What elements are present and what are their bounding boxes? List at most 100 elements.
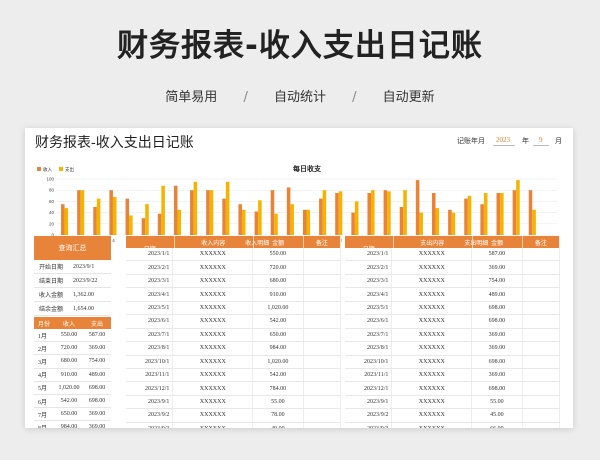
note-cell (304, 315, 341, 328)
month-input[interactable]: 9 (539, 136, 543, 144)
content-cell: XXXXXX (173, 301, 254, 315)
content-cell: XXXXXX (392, 315, 473, 328)
summary-value: 1,654.00 (73, 305, 94, 312)
income-row: 2023/1/1 XXXXXX 550.00 (126, 248, 341, 262)
bar-expense (129, 215, 133, 235)
note-cell (304, 301, 341, 315)
content-cell: XXXXXX (392, 355, 473, 368)
date-cell: 2023/12/1 (345, 382, 393, 395)
date-cell: 2023/6/1 (345, 315, 393, 328)
bar-expense (241, 209, 246, 235)
income-row: 2023/10/1 XXXXXX 1,020.00 (126, 355, 341, 369)
bar-expense (306, 209, 311, 235)
amount-cell: 698.00 (472, 315, 523, 328)
summary-value: 2023/9/1 (73, 263, 95, 270)
bar-income (206, 190, 210, 235)
content-cell: XXXXXX (392, 342, 473, 355)
expense-row: 2023/4/1 XXXXXX 489.00 (345, 288, 560, 302)
expense-cell: 369.00 (88, 345, 106, 352)
summary-key: 结束日期 (39, 279, 64, 285)
note-cell (523, 368, 560, 382)
expense-row: 2023/8/1 XXXXXX 369.00 (345, 342, 560, 356)
bar-income (319, 198, 323, 235)
feature-easy: 简单易用 (165, 90, 218, 105)
note-cell (304, 261, 341, 274)
bar-income (480, 204, 484, 235)
expense-amount-header: 金额 (473, 236, 523, 248)
note-cell (523, 355, 560, 368)
col-income: 收入 (62, 321, 75, 328)
subnav-separator: / (243, 90, 248, 105)
month-underline (533, 145, 549, 146)
expense-row: 2023/9/1 XXXXXX 55.00 (345, 395, 560, 410)
expense-note-header: 备注 (523, 236, 560, 248)
expense-row: 2023/1/1 XXXXXX 587.00 (345, 248, 560, 262)
note-cell (304, 274, 341, 288)
income-row: 2023/3/1 XXXXXX 680.00 (126, 274, 341, 289)
month-cell: 7月 (38, 412, 48, 419)
monthly-header: 月份 收入 支出 (34, 317, 111, 329)
bar-expense (80, 190, 85, 235)
expense-cell: 369.00 (88, 411, 106, 418)
year-input[interactable]: 2023 (496, 136, 510, 144)
content-cell: XXXXXX (392, 288, 473, 301)
subnav-separator: / (352, 90, 357, 105)
note-cell (304, 368, 341, 382)
note-cell (304, 288, 341, 301)
expense-cell: 698.00 (88, 398, 106, 405)
note-cell (304, 422, 341, 428)
monthly-row: 6月 542.00 698.00 (34, 395, 111, 409)
income-cell: 1,020.00 (58, 384, 80, 391)
bar-income (528, 190, 533, 235)
content-cell: XXXXXX (392, 274, 473, 288)
income-ledger: 日期 收入明细 收入内容 金额 备注 2023/1/1 XXXXXX 550.00 2… (126, 236, 341, 428)
date-cell: 2023/10/1 (126, 355, 174, 368)
amount-cell: 489.00 (472, 288, 523, 301)
bar-income (173, 185, 178, 235)
date-cell: 2023/7/1 (345, 328, 393, 342)
bar-expense (96, 198, 101, 235)
feature-auto-stats: 自动统计 (273, 90, 326, 105)
note-cell (304, 409, 341, 422)
bar-income (61, 204, 65, 235)
content-cell: XXXXXX (173, 409, 254, 422)
bar-expense (64, 208, 69, 235)
bar-income (431, 193, 436, 235)
date-cell: 2023/1/1 (345, 248, 393, 261)
amount-cell: 542.00 (253, 368, 304, 382)
bar-income (254, 211, 259, 235)
bar-income (383, 190, 388, 235)
amount-cell: 680.00 (253, 274, 304, 288)
date-cell: 2023/7/1 (126, 328, 174, 342)
income-row: 2023/9/1 XXXXXX 55.00 (126, 395, 341, 410)
date-cell: 2023/2/1 (345, 261, 393, 274)
bar-income (141, 218, 146, 235)
note-cell (523, 301, 560, 315)
bar-expense (193, 181, 198, 235)
date-cell: 2023/4/1 (345, 288, 393, 301)
income-row: 2023/12/1 XXXXXX 784.00 (126, 382, 341, 396)
bar-income (93, 207, 97, 235)
content-cell: XXXXXX (173, 274, 254, 288)
bar-expense (145, 204, 149, 235)
monthly-row: 2月 720.00 369.00 (34, 342, 111, 356)
date-cell: 2023/12/1 (126, 382, 174, 395)
amount-cell: 650.00 (253, 328, 304, 342)
amount-cell: 369.00 (472, 328, 523, 342)
feature-auto-update: 自动更新 (382, 90, 435, 105)
content-cell: XXXXXX (392, 261, 473, 274)
chart-title: 每日收支 (293, 164, 322, 173)
amount-cell: 784.00 (253, 382, 304, 395)
expense-row: 2023/5/1 XXXXXX 698.00 (345, 301, 560, 316)
income-cell: 650.00 (60, 411, 78, 418)
content-cell: XXXXXX (392, 395, 473, 409)
summary-panel: 查询汇总 开始日期 2023/9/1 结束日期 2023/9/22 收入金额 1,36… (34, 236, 111, 316)
note-cell (304, 355, 341, 368)
income-row: 2023/6/1 XXXXXX 542.00 (126, 315, 341, 329)
date-cell: 2023/8/1 (345, 342, 393, 355)
content-cell: XXXXXX (392, 422, 473, 428)
expense-row: 2023/12/1 XXXXXX 698.00 (345, 382, 560, 396)
income-header-sub: 收入内容 金额 备注 (174, 236, 341, 248)
summary-title: 查询汇总 (34, 236, 111, 260)
monthly-row: 8月 984.00 369.00 (34, 421, 111, 428)
